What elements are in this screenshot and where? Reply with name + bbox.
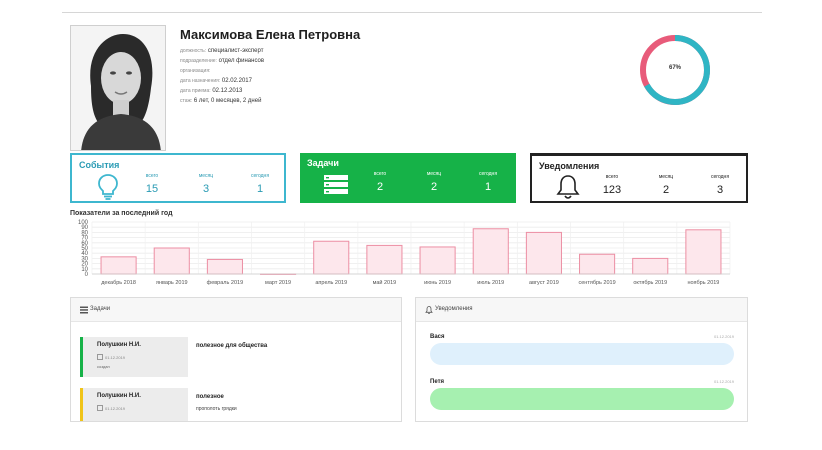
yearly-bar-chart: 0102030405060708090100 декабрь 2018 январь…: [78, 220, 731, 286]
notifications-card[interactable]: Уведомления всего 123 месяц 2 сегодня 3: [530, 153, 748, 203]
profile-photo: [70, 25, 166, 151]
notifications-panel-header: Уведомления: [416, 298, 747, 322]
events-today: сегодня 1: [250, 173, 270, 195]
profile-fields: должность: специалист-эксперт подразделе…: [180, 46, 264, 106]
x-tick-label: июль 2019: [477, 280, 504, 286]
top-divider: [62, 12, 762, 13]
chart-bar: [153, 247, 190, 275]
bell-icon: [556, 175, 580, 199]
events-month: месяц 3: [198, 173, 214, 195]
list-icon: [80, 306, 88, 314]
events-card[interactable]: События всего 15 месяц 3 сегодня 1: [70, 153, 286, 203]
task-description: прополоть грядки: [196, 406, 237, 412]
y-tick-label: 10: [81, 267, 88, 273]
notifications-month: месяц 2: [658, 174, 674, 196]
calendar-icon: [97, 354, 103, 360]
notification-sender: Вася: [430, 334, 445, 340]
notification-date: 01.12.2019: [713, 334, 734, 339]
notifications-panel-title: Уведомления: [435, 306, 473, 312]
notification-item[interactable]: Петя 01.12.2019: [430, 379, 734, 419]
y-tick-label: 70: [81, 236, 88, 242]
server-list-icon: [324, 175, 348, 194]
chart-title: Показатели за последний год: [70, 210, 173, 217]
x-tick-label: август 2019: [529, 280, 559, 286]
tasks-panel-header: Задачи: [71, 298, 401, 322]
notifications-card-title: Уведомления: [539, 161, 600, 171]
field-organization: организация:: [180, 68, 211, 74]
events-total: всего 15: [145, 173, 159, 195]
task-assignee: Полушкин Н.И.: [97, 393, 141, 399]
x-tick-label: февраль 2019: [207, 280, 243, 286]
x-tick-label: апрель 2019: [315, 280, 347, 286]
y-tick-label: 90: [81, 225, 88, 231]
chart-bar: [206, 258, 243, 275]
chart-bar: [579, 253, 616, 275]
field-appointment-date: дата назначения: 02.02.2017: [180, 78, 252, 84]
y-tick-label: 50: [81, 246, 88, 252]
task-assignee: Полушкин Н.И.: [97, 342, 141, 348]
task-date: 01.12.2019: [105, 406, 126, 411]
chart-bar: [472, 228, 509, 275]
chart-bar: [685, 229, 722, 275]
chart-bar: [366, 244, 403, 275]
tasks-card[interactable]: Задачи всего 2 месяц 2 сегодня 1: [300, 153, 516, 203]
notification-sender: Петя: [430, 379, 445, 385]
field-department: подразделение: отдел финансов: [180, 58, 265, 64]
field-hire-date: дата приема: 02.12.2013: [180, 88, 243, 94]
chart-bar: [419, 246, 456, 275]
tasks-card-title: Задачи: [307, 158, 339, 168]
task-item[interactable]: Полушкин Н.И. 01.12.2019 создан полезное…: [80, 337, 380, 377]
task-item[interactable]: Полушкин Н.И. 01.12.2019 полезное пропол…: [80, 388, 380, 421]
x-tick-label: март 2019: [265, 280, 291, 286]
notifications-total: всего 123: [602, 174, 622, 196]
y-tick-label: 30: [81, 256, 88, 262]
x-tick-label: январь 2019: [156, 280, 188, 286]
tasks-total: всего 2: [373, 171, 387, 193]
calendar-icon: [97, 405, 103, 411]
x-tick-label: октябрь 2019: [633, 280, 667, 286]
y-tick-label: 20: [81, 262, 88, 268]
chart-bar: [632, 257, 669, 275]
task-status: создан: [97, 364, 110, 369]
notifications-today: сегодня 3: [710, 174, 730, 196]
notification-item[interactable]: Вася 01.12.2019: [430, 334, 734, 374]
notifications-panel: Уведомления Вася 01.12.2019 Петя 01.12.2…: [415, 297, 748, 422]
x-tick-label: июнь 2019: [424, 280, 451, 286]
task-date: 01.12.2019: [105, 355, 126, 360]
tasks-month: месяц 2: [426, 171, 442, 193]
tasks-panel: Задачи Полушкин Н.И. 01.12.2019 создан п…: [70, 297, 402, 422]
chart-bar: [525, 231, 562, 275]
chart-bar: [313, 240, 350, 275]
x-tick-label: сентябрь 2019: [578, 280, 615, 286]
bell-icon: [425, 306, 433, 314]
tasks-panel-title: Задачи: [90, 306, 111, 312]
tasks-today: сегодня 1: [478, 171, 498, 193]
x-tick-label: декабрь 2018: [101, 280, 136, 286]
employee-name: Максимова Елена Петровна: [180, 27, 361, 42]
x-tick-label: ноябрь 2019: [687, 280, 719, 286]
lightbulb-icon: [98, 174, 118, 200]
task-name[interactable]: полезное для общества: [196, 343, 267, 349]
progress-label: 67%: [668, 65, 681, 71]
y-tick-label: 40: [81, 251, 88, 257]
y-tick-label: 80: [81, 230, 88, 236]
task-name[interactable]: полезное: [196, 394, 224, 400]
chart-bar: [100, 256, 137, 275]
y-tick-label: 100: [78, 220, 89, 226]
y-tick-label: 0: [85, 272, 89, 278]
field-experience: стаж: 6 лет, 0 месяцев, 2 дней: [180, 98, 262, 104]
notification-bubble: [430, 343, 734, 365]
notification-bubble: [430, 388, 734, 410]
events-card-title: События: [79, 160, 120, 170]
notification-date: 01.12.2019: [713, 379, 734, 384]
x-tick-label: май 2019: [373, 279, 397, 286]
y-tick-label: 60: [81, 241, 88, 247]
field-position: должность: специалист-эксперт: [180, 48, 264, 54]
